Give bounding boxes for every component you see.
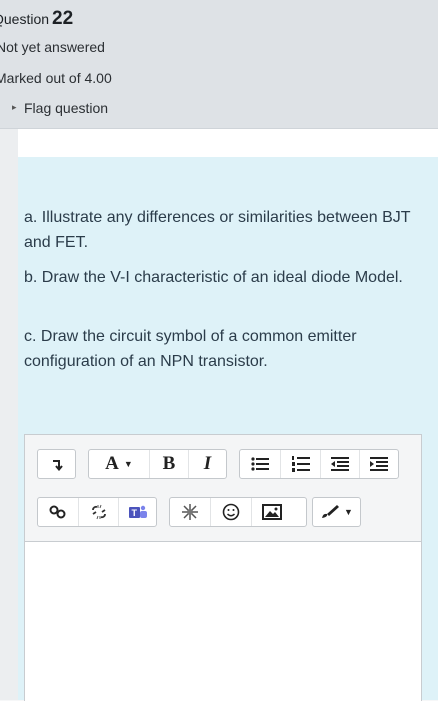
toolbar-group-format: A ▼ B I bbox=[88, 449, 227, 479]
bold-button[interactable]: B bbox=[149, 450, 188, 478]
unordered-list-button[interactable] bbox=[240, 450, 280, 478]
ordered-list-button[interactable] bbox=[280, 450, 320, 478]
special-character-icon bbox=[182, 504, 198, 520]
more-tools-button[interactable]: ▼ bbox=[313, 498, 360, 526]
toolbar-group-more: ▼ bbox=[312, 497, 361, 527]
editor-toolbar: A ▼ B I T ▼ bbox=[25, 435, 421, 542]
emoji-button[interactable] bbox=[210, 498, 251, 526]
link-icon bbox=[49, 505, 66, 519]
unlink-button[interactable] bbox=[78, 498, 118, 526]
question-label: Question bbox=[0, 11, 50, 27]
question-part-a: a. Illustrate any differences or similar… bbox=[24, 209, 411, 251]
toolbar-group-insert bbox=[169, 497, 307, 527]
outdent-button[interactable] bbox=[320, 450, 359, 478]
italic-button[interactable]: I bbox=[188, 450, 226, 478]
special-character-button[interactable] bbox=[170, 498, 210, 526]
unordered-list-icon bbox=[251, 457, 269, 471]
toggle-toolbar-button[interactable] bbox=[38, 450, 75, 478]
emoji-icon bbox=[222, 503, 240, 521]
svg-text:T: T bbox=[131, 508, 137, 518]
indent-icon bbox=[370, 457, 388, 471]
question-info-panel: Question22 Not yet answered Marked out o… bbox=[0, 0, 438, 129]
answer-editor: A ▼ B I T ▼ bbox=[24, 434, 422, 701]
marked-out-of: Marked out of 4.00 bbox=[0, 70, 112, 86]
font-size-icon: A bbox=[105, 453, 119, 474]
question-part-c: c. Draw the circuit symbol of a common e… bbox=[24, 328, 357, 370]
toggle-toolbar-icon bbox=[52, 460, 63, 471]
toolbar-group-lists bbox=[239, 449, 399, 479]
toolbar-group-links: T bbox=[37, 497, 157, 527]
indent-button[interactable] bbox=[359, 450, 398, 478]
link-button[interactable] bbox=[38, 498, 78, 526]
flag-question-link[interactable]: ▸ Flag question bbox=[12, 100, 108, 116]
paintbrush-icon bbox=[322, 505, 340, 518]
chevron-down-icon: ▼ bbox=[344, 507, 353, 517]
italic-icon: I bbox=[203, 453, 212, 474]
teams-icon: T bbox=[128, 505, 147, 518]
image-button[interactable] bbox=[251, 498, 292, 526]
bold-icon: B bbox=[162, 453, 176, 474]
unlink-icon bbox=[91, 504, 106, 520]
ordered-list-icon bbox=[291, 456, 310, 472]
flag-icon[interactable]: ▸ bbox=[12, 102, 24, 113]
outdent-icon bbox=[331, 457, 349, 471]
font-size-button[interactable]: A ▼ bbox=[89, 450, 149, 478]
spacer bbox=[18, 129, 438, 157]
chevron-down-icon: ▼ bbox=[123, 459, 133, 469]
question-part-b: b. Draw the V-I characteristic of an ide… bbox=[24, 269, 403, 286]
editor-content-area[interactable] bbox=[25, 542, 421, 701]
question-number: Question22 bbox=[0, 8, 73, 30]
question-number-value: 22 bbox=[52, 8, 74, 29]
flag-question-label[interactable]: Flag question bbox=[24, 100, 108, 116]
image-icon bbox=[262, 504, 282, 520]
answer-status: Not yet answered bbox=[0, 39, 105, 55]
toolbar-group-toggle bbox=[37, 449, 76, 479]
teams-button[interactable]: T bbox=[118, 498, 156, 526]
